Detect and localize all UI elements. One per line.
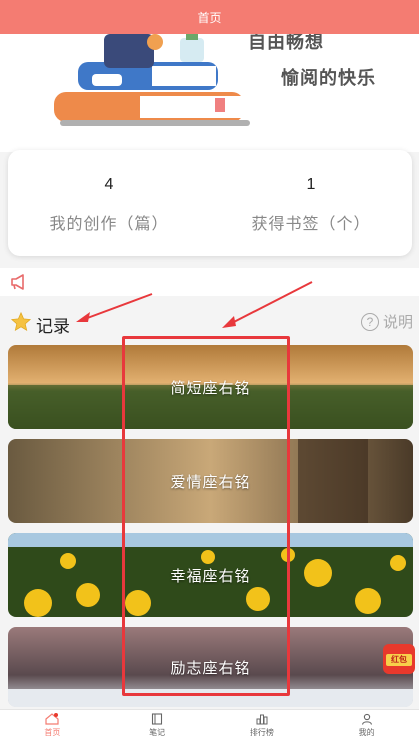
red-envelope-label: 红包 [391,655,407,664]
category-label: 励志座右铭 [170,659,251,677]
red-envelope-float[interactable]: 红包 [382,640,416,676]
tab-home-label: 首页 [44,728,61,737]
stats-card: 4 我的创作（篇） 1 获得书签（个） [8,150,412,256]
category-label: 简短座右铭 [170,379,251,397]
stat-works-label: 我的创作（篇） [49,216,169,233]
tab-ranking[interactable]: 排行榜 [210,710,315,741]
question-icon: ? [360,312,379,331]
help-label: 说明 [382,314,413,331]
tab-home[interactable]: 首页 [0,710,105,741]
stat-bookmarks-label: 获得书签（个） [251,216,371,233]
category-card-love[interactable]: 爱情座右铭 [8,439,413,523]
stat-works-count: 4 [104,176,114,193]
category-card-happiness[interactable]: 幸福座右铭 [8,533,413,617]
hero-banner: 自由畅想 愉阅的快乐 [0,34,419,152]
stat-bookmarks-count: 1 [306,176,316,193]
star-icon [10,311,32,332]
stat-bookmarks[interactable]: 1 获得书签（个） [210,150,412,256]
home-icon [45,713,59,725]
help-button[interactable]: ? 说明 [360,311,413,332]
tab-ranking-label: 排行榜 [249,728,274,737]
tab-profile[interactable]: 我的 [314,710,419,741]
hero-slogan-2: 愉阅的快乐 [281,68,376,88]
tab-notes-label: 笔记 [149,728,166,737]
user-icon [361,713,372,725]
megaphone-icon [11,274,24,290]
category-label: 幸福座右铭 [170,567,251,585]
ranking-icon [256,714,268,725]
stat-works[interactable]: 4 我的创作（篇） [8,150,210,256]
bottom-tab-bar: 首页 笔记 排行榜 我的 [0,709,419,741]
top-bar: 首页 [0,0,419,34]
tab-profile-label: 我的 [358,728,375,737]
section-title: 记录 [36,317,70,336]
hero-slogan-1: 自由畅想 [248,34,324,52]
category-card-short[interactable]: 简短座右铭 [8,345,413,429]
category-card-inspiration[interactable]: 励志座右铭 [8,627,413,707]
notice-bar[interactable] [0,268,419,296]
note-icon [152,713,163,725]
page-title: 首页 [197,10,222,25]
section-header: 记录 ? 说明 [0,306,419,338]
tab-notes[interactable]: 笔记 [105,710,210,741]
category-label: 爱情座右铭 [170,473,251,491]
